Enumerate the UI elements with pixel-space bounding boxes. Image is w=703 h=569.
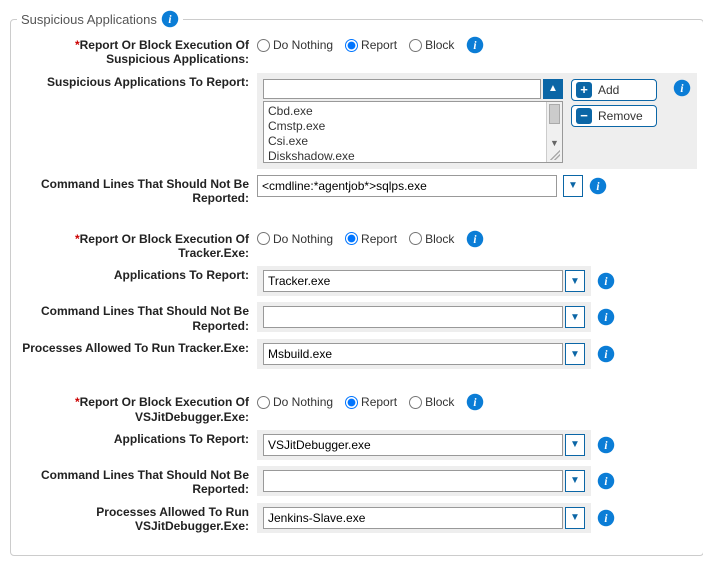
collapse-up-icon[interactable]: ▲	[543, 79, 563, 99]
info-icon[interactable]: i	[589, 177, 607, 195]
susp-listbox[interactable]: Cbd.exe Cmstp.exe Csi.exe Diskshadow.exe…	[263, 101, 563, 163]
info-icon[interactable]: i	[597, 345, 615, 363]
info-icon[interactable]: i	[161, 10, 179, 28]
list-item[interactable]: Cbd.exe	[268, 104, 558, 119]
dropdown-icon[interactable]: ▼	[565, 470, 585, 492]
info-icon[interactable]: i	[466, 36, 484, 54]
info-icon[interactable]: i	[597, 272, 615, 290]
dropdown-icon[interactable]: ▼	[565, 507, 585, 529]
dropdown-icon[interactable]: ▼	[565, 343, 585, 365]
info-icon[interactable]: i	[597, 509, 615, 527]
resize-grip-icon[interactable]	[550, 150, 560, 160]
list-item[interactable]: Diskshadow.exe	[268, 149, 558, 163]
label-vsjit-apps: Applications To Report:	[17, 430, 257, 446]
list-item[interactable]: Csi.exe	[268, 134, 558, 149]
info-icon[interactable]: i	[597, 472, 615, 490]
label-tracker-allowed: Processes Allowed To Run Tracker.Exe:	[17, 339, 257, 355]
radio-tracker-block[interactable]: Block	[409, 232, 454, 246]
vsjit-allowed-input[interactable]	[263, 507, 563, 529]
label-vsjit-allowed: Processes Allowed To RunVSJitDebugger.Ex…	[17, 503, 257, 534]
dropdown-icon[interactable]: ▼	[563, 175, 583, 197]
radio-susp-report[interactable]: Report	[345, 38, 397, 52]
info-icon[interactable]: i	[466, 230, 484, 248]
tracker-cmdlines-input[interactable]	[263, 306, 563, 328]
info-icon[interactable]: i	[466, 393, 484, 411]
radio-tracker-report[interactable]: Report	[345, 232, 397, 246]
label-susp-exec: *Report Or Block Execution Of Suspicious…	[17, 36, 257, 67]
radio-vsjit-donothing[interactable]: Do Nothing	[257, 395, 333, 409]
plus-icon: +	[576, 82, 592, 98]
radio-tracker-donothing[interactable]: Do Nothing	[257, 232, 333, 246]
radio-vsjit-report[interactable]: Report	[345, 395, 397, 409]
label-tracker-exec: *Report Or Block Execution OfTracker.Exe…	[17, 230, 257, 261]
legend-text: Suspicious Applications	[21, 12, 157, 27]
label-vsjit-exec: *Report Or Block Execution OfVSJitDebugg…	[17, 393, 257, 424]
radio-susp-donothing[interactable]: Do Nothing	[257, 38, 333, 52]
suspicious-applications-fieldset: Suspicious Applications i *Report Or Blo…	[10, 10, 703, 556]
susp-cmdlines-input[interactable]	[257, 175, 557, 197]
label-tracker-cmdlines: Command Lines That Should Not BeReported…	[17, 302, 257, 333]
radio-susp-block[interactable]: Block	[409, 38, 454, 52]
info-icon[interactable]: i	[673, 79, 691, 97]
info-icon[interactable]: i	[597, 308, 615, 326]
radio-vsjit-block[interactable]: Block	[409, 395, 454, 409]
dropdown-icon[interactable]: ▼	[565, 270, 585, 292]
susp-entry-input[interactable]	[263, 79, 541, 99]
list-item[interactable]: Cmstp.exe	[268, 119, 558, 134]
add-button[interactable]: +Add	[571, 79, 657, 101]
tracker-apps-input[interactable]	[263, 270, 563, 292]
tracker-allowed-input[interactable]	[263, 343, 563, 365]
label-vsjit-cmdlines: Command Lines That Should Not BeReported…	[17, 466, 257, 497]
fieldset-legend: Suspicious Applications i	[17, 10, 183, 28]
vsjit-cmdlines-input[interactable]	[263, 470, 563, 492]
label-susp-cmdlines: Command Lines That Should Not BeReported…	[17, 175, 257, 206]
dropdown-icon[interactable]: ▼	[565, 434, 585, 456]
label-susp-list: Suspicious Applications To Report:	[17, 73, 257, 89]
dropdown-icon[interactable]: ▼	[565, 306, 585, 328]
susp-list-panel: ▲ Cbd.exe Cmstp.exe Csi.exe Diskshadow.e…	[257, 73, 697, 169]
minus-icon: −	[576, 108, 592, 124]
info-icon[interactable]: i	[597, 436, 615, 454]
vsjit-apps-input[interactable]	[263, 434, 563, 456]
remove-button[interactable]: −Remove	[571, 105, 657, 127]
label-tracker-apps: Applications To Report:	[17, 266, 257, 282]
